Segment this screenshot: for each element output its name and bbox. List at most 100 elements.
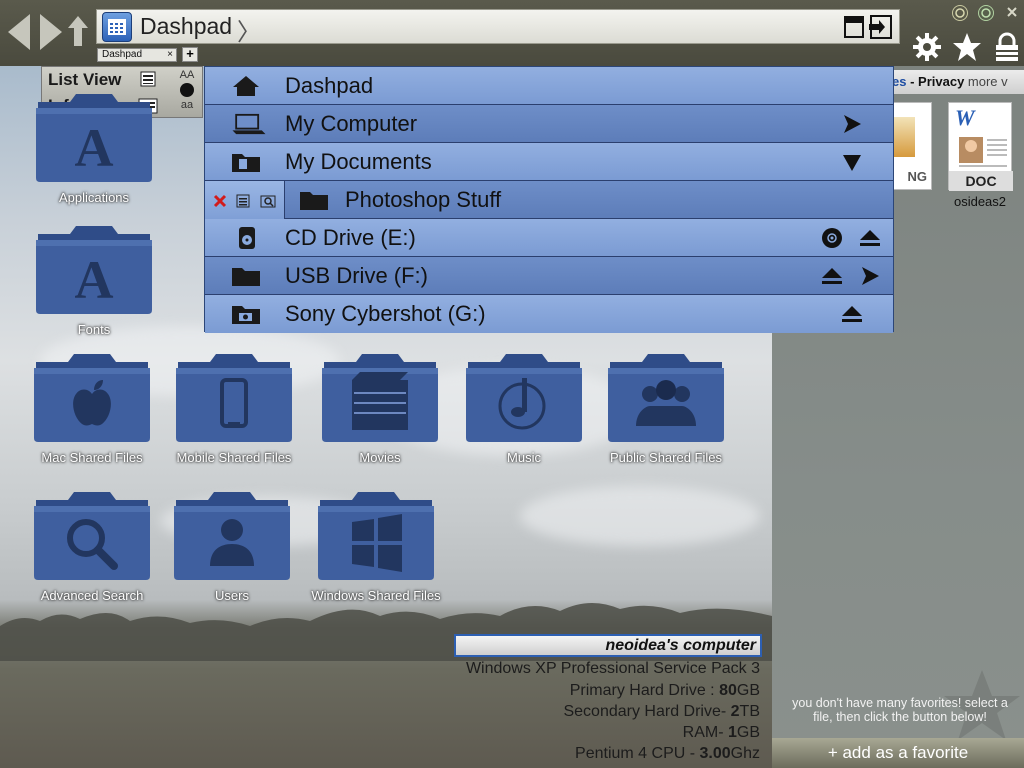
primary-drive-info: Primary Hard Drive : 80GB xyxy=(570,682,760,700)
folder-icon xyxy=(176,354,292,442)
ram-label: RAM- xyxy=(682,724,728,741)
eject-icon[interactable] xyxy=(841,303,863,325)
list-icon[interactable] xyxy=(236,194,250,208)
breadcrumb-chevron-icon[interactable]: 〉 xyxy=(237,12,261,47)
primary-drive-value: 80 xyxy=(719,682,737,699)
sidebar-separator: - xyxy=(906,74,919,89)
address-tools[interactable] xyxy=(843,15,893,39)
desktop-folder-fonts[interactable]: A Fonts xyxy=(30,222,158,337)
secondary-drive-info: Secondary Hard Drive- 2TB xyxy=(563,703,760,721)
camera-folder-icon xyxy=(232,306,260,324)
menu-item-cd-drive[interactable]: CD Drive (E:) xyxy=(205,219,893,257)
folder-label: Mobile Shared Files xyxy=(176,450,292,465)
list-view-icon[interactable] xyxy=(140,71,156,87)
desktop-folder-mac-shared-files[interactable]: Mac Shared Files xyxy=(28,350,156,465)
cpu-info: Pentium 4 CPU - 3.00Ghz xyxy=(575,745,760,763)
cd-drive-icon xyxy=(239,227,255,249)
new-tab-button[interactable]: + xyxy=(182,47,198,62)
desktop-folder-users[interactable]: Users xyxy=(168,488,296,603)
folder-label: Public Shared Files xyxy=(610,450,722,465)
more-link[interactable]: more v xyxy=(968,74,1008,89)
tab-label: Dashpad xyxy=(102,49,143,60)
font-large-label: AA xyxy=(179,69,195,81)
restore-icon[interactable] xyxy=(978,5,994,21)
secondary-drive-label: Secondary Hard Drive- xyxy=(563,703,731,720)
up-arrow-icon[interactable] xyxy=(68,16,88,46)
font-slider-knob-icon[interactable] xyxy=(180,83,194,97)
file-type-badge: DOC xyxy=(965,173,997,189)
search-icon[interactable] xyxy=(260,193,276,209)
menu-item-usb-drive[interactable]: USB Drive (F:) xyxy=(205,257,893,295)
minimize-icon[interactable] xyxy=(952,5,968,21)
list-view-button[interactable]: List View xyxy=(48,70,121,90)
primary-drive-label: Primary Hard Drive : xyxy=(569,682,720,699)
ram-info: RAM- 1GB xyxy=(683,724,760,742)
folder-icon: A xyxy=(36,226,152,314)
menu-item-photoshop-stuff[interactable]: Photoshop Stuff xyxy=(205,181,893,219)
desktop-folder-music[interactable]: Music xyxy=(460,350,588,465)
os-version: Windows XP Professional Service Pack 3 xyxy=(465,660,760,677)
folder-icon xyxy=(318,492,434,580)
top-toolbar: Dashpad 〉 Dashpad × + xyxy=(0,0,1024,66)
svg-text:A: A xyxy=(75,250,114,310)
arrow-right-icon[interactable] xyxy=(841,113,863,135)
menu-item-sony-cybershot[interactable]: Sony Cybershot (G:) xyxy=(205,295,893,333)
arrow-right-icon[interactable] xyxy=(859,265,881,287)
desktop-folder-advanced-search[interactable]: Advanced Search xyxy=(28,488,156,603)
desktop-folder-movies[interactable]: Movies xyxy=(316,350,444,465)
folder-icon xyxy=(322,354,438,442)
eject-icon[interactable] xyxy=(859,227,881,249)
subfolder-tools xyxy=(205,181,285,219)
arrow-down-icon[interactable] xyxy=(841,151,863,173)
folder-icon xyxy=(608,354,724,442)
desktop-folder-mobile-shared-files[interactable]: Mobile Shared Files xyxy=(170,350,298,465)
folder-label: Fonts xyxy=(77,322,111,337)
eject-icon[interactable] xyxy=(821,265,843,287)
sidebar-tab-privacy[interactable]: Privacy xyxy=(918,74,964,89)
folder-label: Windows Shared Files xyxy=(311,588,441,603)
favorites-star-icon[interactable] xyxy=(952,32,982,62)
folder-icon: A xyxy=(36,94,152,182)
font-size-control[interactable]: AA aa xyxy=(170,67,204,119)
folder-icon xyxy=(34,354,150,442)
settings-gear-icon[interactable] xyxy=(912,32,942,62)
svg-text:A: A xyxy=(75,118,114,178)
font-small-label: aa xyxy=(180,99,194,111)
desktop-folder-applications[interactable]: A Applications xyxy=(30,90,158,205)
file-name: osideas2 xyxy=(953,194,1007,209)
address-bar[interactable]: Dashpad 〉 xyxy=(96,9,900,47)
close-icon[interactable] xyxy=(1004,5,1020,21)
svg-text:W: W xyxy=(955,105,976,130)
sidebar-tab-favorites[interactable]: es xyxy=(892,74,906,89)
ram-value: 1 xyxy=(727,724,737,741)
file-item-doc[interactable]: W DOC osideas2 xyxy=(944,102,1016,209)
menu-item-my-documents[interactable]: My Documents xyxy=(205,143,893,181)
forward-arrow-icon[interactable] xyxy=(40,14,62,50)
folder-icon xyxy=(300,192,328,210)
more-label: more xyxy=(967,74,998,89)
folder-icon xyxy=(466,354,582,442)
menu-item-dashpad[interactable]: Dashpad xyxy=(205,67,893,105)
tab-close-icon[interactable]: × xyxy=(167,49,173,61)
add-favorite-button[interactable]: + add as a favorite xyxy=(772,738,1024,768)
menu-item-my-computer[interactable]: My Computer xyxy=(205,105,893,143)
menu-item-label: Sony Cybershot (G:) xyxy=(285,301,486,326)
file-type-badge: NG xyxy=(907,169,928,184)
exit-icon xyxy=(869,15,892,39)
lock-icon[interactable] xyxy=(992,32,1022,62)
menu-item-label: USB Drive (F:) xyxy=(285,263,428,288)
folder-label: Applications xyxy=(58,190,130,205)
tab-dashpad[interactable]: Dashpad × xyxy=(97,48,177,62)
maximize-icon xyxy=(844,16,864,38)
desktop-folder-windows-shared-files[interactable]: Windows Shared Files xyxy=(311,488,441,603)
laptop-icon xyxy=(232,113,266,135)
desktop-folder-public-shared-files[interactable]: Public Shared Files xyxy=(602,350,730,465)
back-arrow-icon[interactable] xyxy=(8,14,30,50)
menu-item-label: Photoshop Stuff xyxy=(345,187,502,212)
location-dropdown-menu: Dashpad My Computer My Documents Photosh… xyxy=(204,66,894,333)
documents-folder-icon xyxy=(232,154,260,172)
close-icon[interactable] xyxy=(213,194,227,208)
folder-icon xyxy=(174,492,290,580)
chevron-down-icon: v xyxy=(1001,74,1008,89)
disc-icon[interactable] xyxy=(821,227,843,249)
